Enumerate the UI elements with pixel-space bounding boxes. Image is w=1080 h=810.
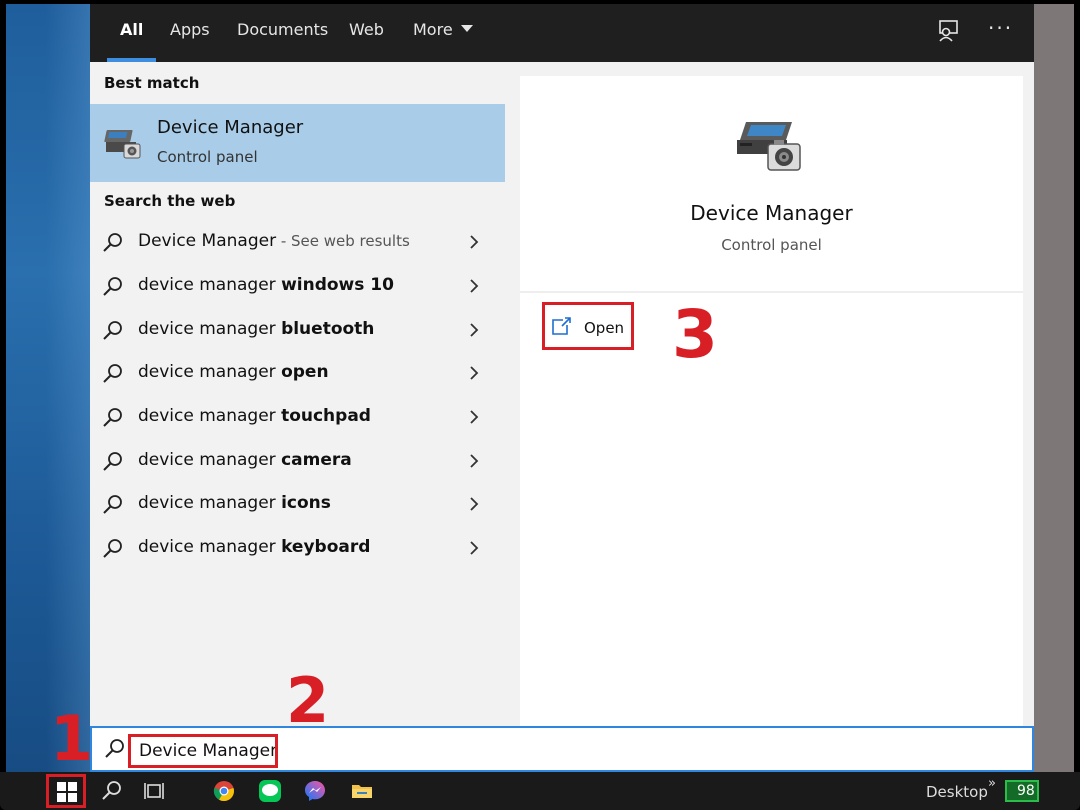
search-tabs: All Apps Documents Web More ··· [90, 4, 1034, 62]
chevron-right-icon [468, 453, 480, 469]
web-result-label: device manager camera [138, 450, 352, 470]
web-result-label: Device Manager - See web results [138, 231, 410, 251]
best-match-heading: Best match [104, 74, 199, 92]
web-result-label: device manager icons [138, 493, 331, 513]
tab-more-label: More [413, 20, 453, 39]
device-manager-large-icon [734, 116, 804, 176]
tab-apps[interactable]: Apps [170, 4, 210, 62]
battery-indicator[interactable]: 98 [1005, 780, 1039, 802]
web-result-label: device manager bluetooth [138, 319, 374, 339]
detail-pane: Device Manager Control panel Open [520, 76, 1023, 726]
search-icon [102, 407, 124, 429]
search-input[interactable] [128, 734, 278, 768]
web-result-0[interactable]: Device Manager - See web results [90, 221, 505, 264]
web-result-5[interactable]: device manager camera [90, 440, 505, 483]
step-2-annotation: 2 [286, 664, 329, 737]
chevron-right-icon [468, 540, 480, 556]
web-result-1[interactable]: device manager windows 10 [90, 265, 505, 308]
windows-logo-icon [57, 782, 77, 802]
chevron-right-icon [468, 365, 480, 381]
search-icon [102, 320, 124, 342]
desktop-background-right [1034, 4, 1074, 772]
search-web-heading: Search the web [104, 192, 235, 210]
messenger-icon[interactable] [303, 779, 327, 803]
tab-more[interactable]: More [413, 4, 473, 62]
taskbar: Desktop » 98 [0, 772, 1080, 810]
web-result-label: device manager open [138, 362, 329, 382]
results-pane: Best match Device Manager Control panel … [90, 62, 505, 726]
search-icon [102, 276, 124, 298]
chrome-icon[interactable] [212, 779, 236, 803]
toolbar-expand-icon[interactable]: » [988, 776, 996, 791]
chevron-right-icon [468, 496, 480, 512]
web-result-7[interactable]: device manager keyboard [90, 527, 505, 570]
detail-title: Device Manager [520, 201, 1023, 225]
start-button[interactable] [46, 774, 86, 808]
best-match-subtitle: Control panel [157, 148, 258, 166]
best-match-result[interactable]: Device Manager Control panel [90, 104, 505, 182]
web-result-4[interactable]: device manager touchpad [90, 396, 505, 439]
web-result-label: device manager touchpad [138, 406, 371, 426]
screenshot-frame: All Apps Documents Web More ··· Best mat… [0, 0, 1080, 810]
chevron-right-icon [468, 278, 480, 294]
open-button[interactable]: Open [542, 302, 634, 350]
best-match-title: Device Manager [157, 117, 303, 138]
start-menu: All Apps Documents Web More ··· Best mat… [90, 4, 1034, 726]
step-3-annotation: 3 [672, 296, 718, 373]
search-icon [102, 232, 124, 254]
device-manager-icon [104, 124, 144, 162]
open-icon [551, 316, 573, 336]
web-result-3[interactable]: device manager open [90, 352, 505, 395]
step-1-annotation: 1 [50, 702, 93, 775]
search-icon [102, 538, 124, 560]
caret-down-icon [461, 25, 473, 32]
task-view-icon[interactable] [143, 779, 167, 803]
chevron-right-icon [468, 322, 480, 338]
tab-web[interactable]: Web [349, 4, 384, 62]
tab-documents[interactable]: Documents [237, 4, 328, 62]
chevron-right-icon [468, 234, 480, 250]
detail-subtitle: Control panel [520, 236, 1023, 254]
web-result-6[interactable]: device manager icons [90, 483, 505, 526]
chevron-right-icon [468, 409, 480, 425]
search-box [90, 726, 1034, 772]
more-options-icon[interactable]: ··· [988, 16, 1013, 40]
desktop-toolbar-label[interactable]: Desktop [926, 783, 988, 801]
search-icon [104, 738, 126, 760]
search-icon [102, 494, 124, 516]
feedback-icon[interactable] [936, 18, 962, 44]
web-result-2[interactable]: device manager bluetooth [90, 309, 505, 352]
search-icon [102, 451, 124, 473]
web-result-label: device manager keyboard [138, 537, 370, 557]
desktop-wallpaper [6, 4, 90, 772]
open-label: Open [584, 319, 624, 337]
line-app-icon[interactable] [258, 779, 282, 803]
detail-divider [520, 291, 1023, 293]
tab-all[interactable]: All [120, 4, 143, 62]
file-explorer-icon[interactable] [350, 779, 374, 803]
search-icon [102, 363, 124, 385]
web-result-label: device manager windows 10 [138, 275, 394, 295]
taskbar-search-icon[interactable] [100, 779, 124, 803]
